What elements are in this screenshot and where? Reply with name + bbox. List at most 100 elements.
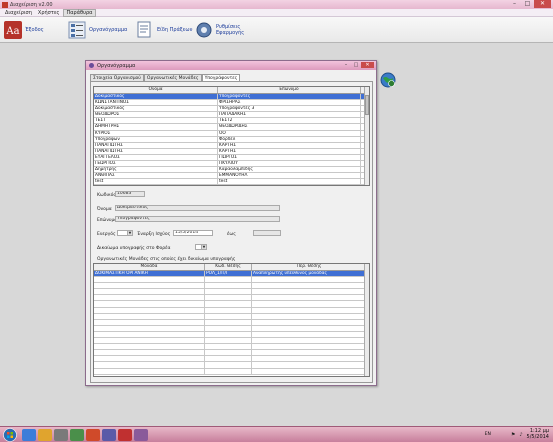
globe-icon[interactable] (380, 72, 396, 88)
app-icon-blue[interactable] (102, 428, 116, 441)
position-code-cell[interactable]: ΡΟΛ_1/Π/Γ (205, 271, 252, 277)
chevron-down-icon[interactable]: ▼ (201, 245, 206, 249)
surname-cell[interactable]: Φορδελ (218, 136, 361, 142)
start-date-label: Έναρξη Ισχύος (137, 232, 171, 237)
exit-button[interactable]: Aa Έξοδος (4, 20, 44, 40)
column-header-name[interactable]: Όνομα (94, 87, 218, 93)
org-chart-button[interactable]: Οργανόγραμμα (68, 20, 127, 40)
dialog-close-icon[interactable]: ✕ (361, 62, 374, 68)
maximize-icon[interactable]: □ (521, 0, 534, 8)
scrollbar-thumb[interactable] (365, 95, 369, 115)
close-icon[interactable]: ✕ (534, 0, 551, 8)
units-grid-header: Μονάδα Κωδ. Θέσης Περ. Θέσης (94, 264, 369, 271)
app-settings-button[interactable]: Ρυθμίσεις Εφαρμογής (195, 20, 250, 40)
folder-icon[interactable] (38, 428, 52, 441)
position-desc-cell[interactable]: Αναπληρωτής υπεύθυνος μονάδας (252, 271, 367, 277)
permission-select[interactable]: ▼ (195, 244, 207, 250)
volume-icon[interactable]: ♪ (519, 432, 522, 438)
name-cell[interactable]: ΚΩΝΣΤΑΝΤΙΝΟΣ (94, 100, 218, 106)
ribbon-toolbar: Aa Έξοδος Οργανόγραμμα Είδη Πράξεων Ρυθμ (0, 17, 553, 43)
clock[interactable]: 1:12 μμ 5/5/2014 (526, 428, 549, 440)
units-grid-scrollbar[interactable] (364, 264, 369, 376)
document-types-icon (137, 21, 151, 38)
document-types-button[interactable]: Είδη Πράξεων (136, 20, 192, 40)
flag-icon[interactable]: ⚑ (511, 432, 515, 438)
dialog-maximize-icon[interactable]: □ (351, 62, 361, 68)
table-row[interactable]: test test (94, 179, 369, 185)
clock-date: 5/5/2014 (526, 433, 549, 440)
name-cell[interactable]: ΠΑΝΑΓΙΩΤΗΣ (94, 148, 218, 154)
column-header-unit[interactable]: Μονάδα (94, 264, 205, 270)
tab-organization-info[interactable]: Στοιχεία Οργανισμού (90, 74, 144, 81)
name-field[interactable]: Δοκιμαστικός (115, 205, 280, 211)
surname-cell[interactable]: ΓΙΩΡΓΟΣ (218, 154, 361, 161)
unit-cell[interactable]: ΔΟΚΙΜΑΣΤΙΚΗ ΟΡΓΑΝΙΚΗ (94, 271, 205, 277)
grid-scrollbar[interactable] (364, 87, 369, 185)
signatories-panel: Όνομα Επώνυμο Δοκιμαστικός Υπογράφοντες ΚΩ… (90, 81, 373, 383)
app-icon-purple[interactable] (134, 428, 148, 441)
dialog-minimize-icon[interactable]: – (341, 62, 351, 68)
dialog-titlebar: Οργανόγραμμα – □ ✕ (86, 61, 376, 70)
exit-button-label: Έξοδος (25, 27, 44, 33)
surname-cell[interactable]: Καραολαμπίδης (218, 167, 361, 173)
start-date-field[interactable]: 15/5/2014 (173, 230, 213, 236)
name-cell[interactable]: ΠΑΝΑΓΙΩΤΗΣ (94, 142, 218, 148)
surname-cell[interactable]: ΠΑΠΑΔΑΚΗΣ (218, 112, 361, 118)
menu-item-users[interactable]: Χρήστες (35, 10, 63, 16)
surname-cell[interactable]: ΦΡΙΣΗΡΑΣ (218, 100, 361, 106)
name-cell[interactable]: ΕΥΑΓΓΕΛΟΣ (94, 154, 218, 161)
empty-cell (252, 313, 367, 319)
start-button-icon[interactable] (2, 427, 18, 442)
name-cell[interactable]: Δοκιμαστικός (94, 106, 218, 112)
language-indicator[interactable]: EN (485, 432, 491, 437)
name-cell[interactable]: ΔΗΜΗΤΡΗΣ (94, 124, 218, 130)
minimize-icon[interactable]: – (508, 0, 521, 8)
empty-cell (205, 319, 252, 325)
menu-item-windows[interactable]: Παράθυρα (62, 8, 97, 17)
name-cell[interactable]: ΓΕΩΡΓΙΟΣ (94, 161, 218, 167)
name-cell[interactable]: Δημήτρης (94, 167, 218, 173)
app-icon-red[interactable] (118, 428, 132, 441)
app-icon (2, 1, 8, 8)
name-cell[interactable]: Υπογράφων (94, 136, 218, 142)
empty-cell (205, 289, 252, 295)
code-field[interactable]: 10683 (115, 191, 145, 197)
end-date-field[interactable] (253, 230, 281, 236)
column-header-position-desc[interactable]: Περ. Θέσης (252, 264, 367, 270)
surname-cell[interactable]: ΤΕΣΤ2 (218, 118, 361, 124)
tab-signatories[interactable]: Υπογράφοντες (201, 74, 241, 81)
app-icon-green[interactable] (70, 428, 84, 441)
column-header-position-code[interactable]: Κωδ. Θέσης (205, 264, 252, 270)
surname-cell[interactable]: Υπογράφοντες (218, 94, 361, 100)
name-cell[interactable]: Δοκιμαστικός (94, 94, 218, 100)
surname-cell[interactable]: ΘΕΟΔΩΡΙΔΗΣ (218, 124, 361, 130)
empty-cell (252, 319, 367, 325)
media-icon[interactable] (54, 428, 68, 441)
active-select[interactable]: ▼ (117, 230, 133, 236)
name-cell[interactable]: ΤΕΣΤ (94, 118, 218, 124)
name-cell[interactable]: ΑΝΘΙΠΑΣ (94, 173, 218, 179)
surname-cell[interactable]: ΟΟ (218, 130, 361, 136)
surname-cell[interactable]: ΠΚΥΛΙΟΥ (218, 161, 361, 167)
name-cell[interactable]: ΘΕΟΔΩΡΟΣ (94, 112, 218, 118)
column-header-surname[interactable]: Επώνυμο (218, 87, 361, 93)
name-cell[interactable]: test (94, 179, 218, 185)
empty-cell (252, 338, 367, 344)
surname-cell[interactable]: ΕΜΜΑΝΟΥΗΛ (218, 173, 361, 179)
surname-cell[interactable]: ΚΑΡΤΗΣ (218, 142, 361, 148)
empty-cell (205, 313, 252, 319)
empty-cell (252, 344, 367, 350)
surname-cell[interactable]: Υπογράφοντες 3 (218, 106, 361, 112)
name-cell[interactable]: ΚΥΡΙΟΣ (94, 130, 218, 136)
empty-cell (205, 325, 252, 331)
menu-item-management[interactable]: Διαχείριση (2, 10, 35, 16)
tab-organizational-units[interactable]: Οργανωτικές Μονάδες (143, 74, 202, 81)
chevron-down-icon[interactable]: ▼ (127, 231, 132, 235)
units-grid[interactable]: Μονάδα Κωδ. Θέσης Περ. Θέσης ΔΟΚΙΜΑΣΤΙΚΗ… (93, 263, 370, 377)
surname-cell[interactable]: ΚΑΡΤΗΣ (218, 148, 361, 154)
app-icon-orange[interactable] (86, 428, 100, 441)
surname-cell[interactable]: test (218, 179, 361, 185)
surname-field[interactable]: Υπογράφοντες (115, 216, 280, 222)
signatories-grid[interactable]: Όνομα Επώνυμο Δοκιμαστικός Υπογράφοντες ΚΩ… (93, 86, 370, 186)
ie-icon[interactable] (22, 428, 36, 441)
